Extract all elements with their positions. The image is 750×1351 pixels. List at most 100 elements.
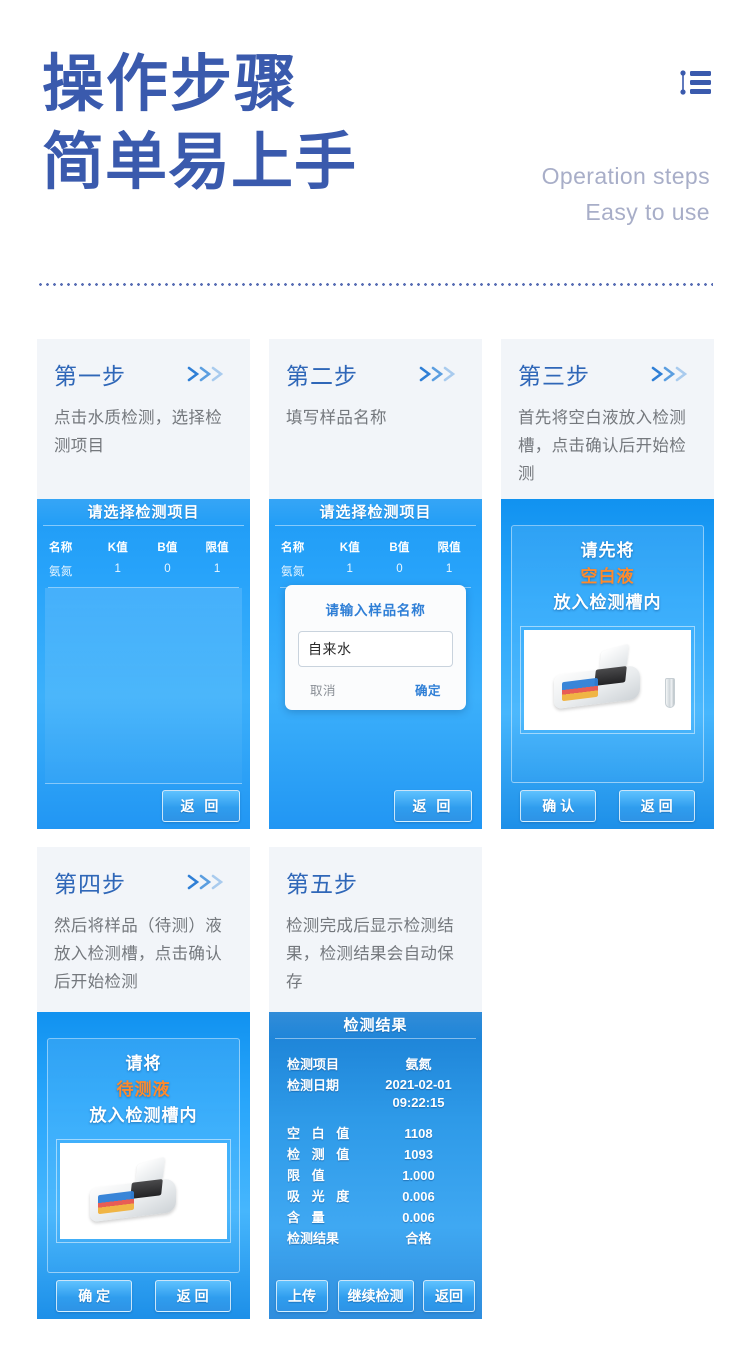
chevron-right-triple-icon [419, 365, 465, 383]
header-divider [37, 283, 713, 286]
sample-prompt-frame: 请将 待测液 放入检测槽内 [47, 1038, 240, 1273]
table-row[interactable]: 氨氮 1 0 1 [45, 559, 242, 583]
subtitle-block: Operation steps Easy to use [542, 158, 710, 230]
result-row-content: 含 量 0.006 [287, 1208, 464, 1228]
back-button[interactable]: 返 回 [394, 790, 472, 822]
sample-prompt-highlight: 待测液 [116, 1080, 171, 1099]
result-key: 检测项目 [287, 1057, 340, 1072]
step-4-label: 第四步 [54, 871, 126, 897]
result-key: 含 量 [287, 1210, 329, 1225]
result-row-date: 检测日期 2021-02-01 09:22:15 [287, 1076, 464, 1112]
step-card-4-text: 第四步 然后将样品（待测）液放入检测槽，点击确认后开始检测 [37, 847, 250, 1012]
device-photo [524, 630, 691, 730]
steps-grid: 第一步 点击水质检测，选择检测项目 请选择检测项目 名称 K值 B值 限值 氨氮… [37, 339, 714, 1319]
step-card-4: 第四步 然后将样品（待测）液放入检测槽，点击确认后开始检测 请将 待测液 放入检… [37, 847, 250, 1319]
title-line-2: 简单易上手 [42, 129, 358, 197]
step-2-description: 填写样品名称 [286, 409, 387, 427]
blank-prompt-line-1: 请先将 [580, 541, 635, 560]
device-screen-sample-name-dialog: 请选择检测项目 名称 K值 B值 限值 氨氮 1 0 1 请输入样品名称 自来水… [269, 499, 482, 829]
sample-prompt-line-3: 放入检测槽内 [89, 1106, 198, 1125]
step-1-header: 第一步 [54, 357, 233, 391]
result-key: 检测结果 [287, 1231, 340, 1246]
col-k: K值 [107, 542, 128, 554]
cell-limit: 1 [445, 563, 453, 575]
screen-5-title: 检测结果 [343, 1017, 408, 1034]
screen-5-title-bar: 检测结果 [269, 1012, 482, 1039]
result-value: 1093 [404, 1147, 433, 1162]
page-title: 操作步骤 简单易上手 [42, 46, 357, 202]
chevron-right-triple-icon [187, 873, 233, 891]
cell-limit: 1 [213, 563, 221, 575]
dialog-title: 请输入样品名称 [325, 603, 426, 618]
step-3-label: 第三步 [518, 363, 590, 389]
back-button[interactable]: 返 回 [154, 1280, 231, 1312]
screen-3-button-bar: 确 认 返 回 [501, 783, 714, 829]
continue-test-button[interactable]: 继续检测 [337, 1280, 414, 1312]
back-button[interactable]: 返回 [423, 1280, 475, 1312]
screen-1-table: 名称 K值 B值 限值 氨氮 1 0 1 [37, 526, 250, 588]
col-name: 名称 [281, 542, 305, 554]
cell-b: 0 [164, 563, 171, 575]
table-header-row: 名称 K值 B值 限值 [277, 535, 474, 559]
result-value: 0.006 [402, 1210, 435, 1225]
result-value: 合格 [405, 1231, 432, 1246]
step-card-2: 第二步 填写样品名称 请选择检测项目 名称 K值 B值 限值 氨氮 1 0 1 … [269, 339, 482, 829]
cancel-button[interactable]: 取消 [310, 680, 336, 699]
table-row[interactable]: 氨氮 1 0 1 [277, 559, 474, 583]
upload-button[interactable]: 上传 [276, 1280, 328, 1312]
result-key: 检 测 值 [287, 1147, 354, 1162]
step-card-1: 第一步 点击水质检测，选择检测项目 请选择检测项目 名称 K值 B值 限值 氨氮… [37, 339, 250, 829]
result-row-absorbance: 吸 光 度 0.006 [287, 1187, 464, 1207]
step-4-header: 第四步 [54, 865, 233, 899]
confirm-button[interactable]: 确 认 [520, 790, 597, 822]
col-limit: 限值 [437, 542, 461, 554]
blank-photo-frame [520, 626, 695, 734]
col-name: 名称 [49, 542, 73, 554]
cell-b: 0 [396, 563, 403, 575]
blank-prompt-text: 请先将 空白液 放入检测槽内 [512, 526, 703, 616]
result-value: 1.000 [402, 1168, 435, 1183]
title-line-1: 操作步骤 [42, 51, 299, 119]
back-button[interactable]: 返 回 [618, 790, 695, 822]
result-row-limit: 限 值 1.000 [287, 1166, 464, 1186]
analyzer-illustration [554, 643, 648, 710]
result-time: 09:22:15 [392, 1095, 445, 1110]
screen-1-empty-panel [45, 588, 242, 784]
screen-2-table: 名称 K值 B值 限值 氨氮 1 0 1 [269, 526, 482, 588]
result-value: 1108 [404, 1126, 433, 1141]
step-2-header: 第二步 [286, 357, 465, 391]
result-fields: 检测项目 氨氮 检测日期 2021-02-01 09:22:15 空 白 值 1… [269, 1039, 482, 1249]
step-5-description: 检测完成后显示检测结果，检测结果会自动保存 [286, 917, 454, 991]
step-card-3-text: 第三步 首先将空白液放入检测槽，点击确认后开始检测 [501, 339, 714, 499]
result-value: 0.006 [402, 1189, 435, 1204]
sample-name-input[interactable]: 自来水 [298, 631, 453, 667]
blank-prompt-frame: 请先将 空白液 放入检测槽内 [511, 525, 704, 783]
result-date: 2021-02-01 [385, 1077, 452, 1092]
device-screen-sample-prompt: 请将 待测液 放入检测槽内 确 定 返 回 [37, 1012, 250, 1319]
sample-prompt-text: 请将 待测液 放入检测槽内 [48, 1039, 239, 1129]
result-value: 2021-02-01 09:22:15 [373, 1076, 464, 1112]
back-button[interactable]: 返 回 [162, 790, 240, 822]
screen-1-title-bar: 请选择检测项目 [37, 499, 250, 526]
screen-2-title-bar: 请选择检测项目 [269, 499, 482, 526]
list-icon[interactable] [679, 66, 713, 100]
result-row-item: 检测项目 氨氮 [287, 1055, 464, 1075]
step-card-1-text: 第一步 点击水质检测，选择检测项目 [37, 339, 250, 499]
subtitle-line-2: Easy to use [585, 199, 710, 225]
col-limit: 限值 [205, 542, 229, 554]
confirm-button[interactable]: 确 定 [56, 1280, 133, 1312]
confirm-button[interactable]: 确定 [415, 680, 441, 699]
step-4-description: 然后将样品（待测）液放入检测槽，点击确认后开始检测 [54, 917, 222, 991]
device-screen-result: 检测结果 检测项目 氨氮 检测日期 2021-02-01 09:22:15 空 … [269, 1012, 482, 1319]
blank-prompt-highlight: 空白液 [580, 567, 635, 586]
step-3-description: 首先将空白液放入检测槽，点击确认后开始检测 [518, 409, 686, 483]
chevron-right-triple-icon [187, 365, 233, 383]
col-b: B值 [157, 542, 178, 554]
result-row-blank: 空 白 值 1108 [287, 1124, 464, 1144]
page-header: 操作步骤 简单易上手 Operation steps Easy to use [0, 0, 750, 286]
cell-k: 1 [346, 563, 354, 575]
result-spacer [287, 1113, 464, 1124]
blank-prompt-line-3: 放入检测槽内 [553, 593, 662, 612]
step-1-label: 第一步 [54, 363, 126, 389]
result-row-verdict: 检测结果 合格 [287, 1229, 464, 1249]
